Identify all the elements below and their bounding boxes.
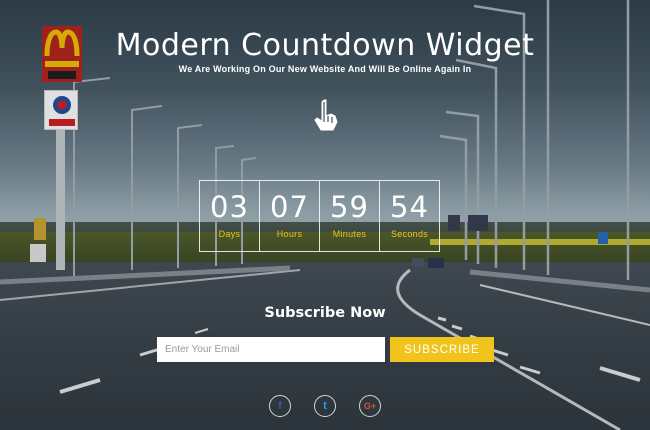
twitter-icon: t: [323, 400, 327, 412]
email-input[interactable]: [157, 337, 385, 362]
subscribe-button[interactable]: SUBSCRIBE: [390, 337, 494, 362]
countdown-minutes: 59 Minutes: [320, 181, 380, 251]
countdown-label: Seconds: [390, 229, 429, 239]
countdown-label: Hours: [276, 229, 303, 239]
twitter-link[interactable]: t: [314, 395, 336, 417]
countdown-value: 03: [210, 190, 249, 224]
countdown-label: Days: [218, 229, 241, 239]
facebook-icon: f: [278, 400, 282, 412]
countdown-value: 07: [270, 190, 309, 224]
countdown-days: 03 Days: [200, 181, 260, 251]
countdown-label: Minutes: [332, 229, 367, 239]
page-subtitle: We Are Working On Our New Website And Wi…: [178, 64, 472, 74]
page-title: Modern Countdown Widget: [115, 28, 535, 63]
countdown-seconds: 54 Seconds: [380, 181, 439, 251]
countdown-value: 59: [330, 190, 369, 224]
google-plus-icon: G+: [363, 401, 377, 411]
countdown-value: 54: [390, 190, 429, 224]
facebook-link[interactable]: f: [269, 395, 291, 417]
countdown-hours: 07 Hours: [260, 181, 320, 251]
social-links: f t G+: [269, 395, 381, 417]
countdown-timer: 03 Days 07 Hours 59 Minutes 54 Seconds: [199, 180, 440, 252]
pointing-hand-icon: [314, 99, 338, 131]
subscribe-heading: Subscribe Now: [264, 305, 386, 321]
google-plus-link[interactable]: G+: [359, 395, 381, 417]
